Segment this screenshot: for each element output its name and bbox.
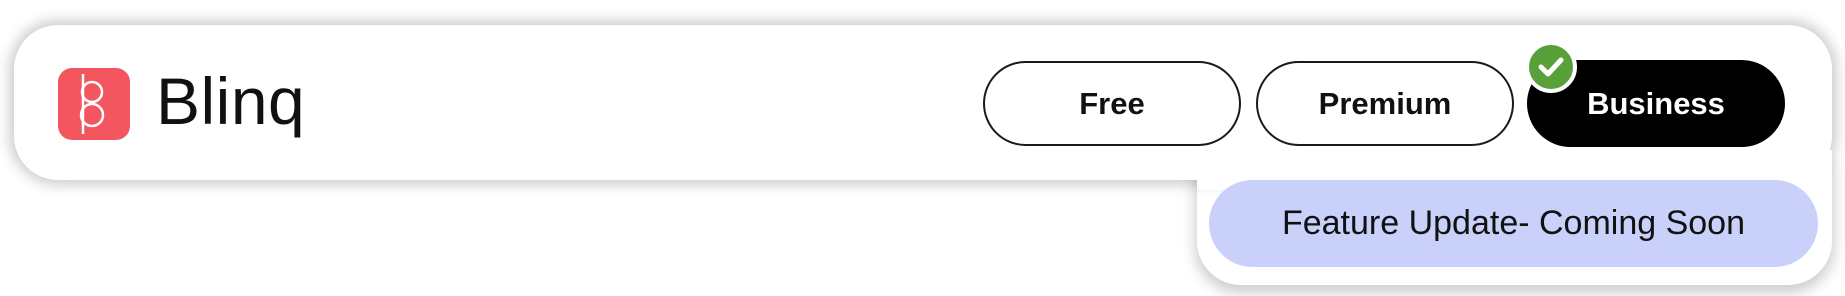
plan-business-label: Business — [1587, 85, 1725, 121]
brand-logo[interactable]: Blinq — [58, 68, 305, 140]
plan-free-label: Free — [1079, 85, 1145, 121]
blinq-logo-icon — [58, 68, 130, 140]
feature-update-label: Feature Update- Coming Soon — [1281, 204, 1746, 242]
checkmark-icon — [1525, 41, 1577, 93]
brand-name: Blinq — [156, 64, 306, 138]
plan-free-button[interactable]: Free — [983, 61, 1241, 146]
feature-update-badge: Feature Update- Coming Soon — [1209, 180, 1818, 267]
page: Blinq Free Premium Business Feature Upda… — [0, 0, 1845, 296]
plan-premium-button[interactable]: Premium — [1256, 61, 1514, 146]
plan-premium-label: Premium — [1318, 85, 1452, 121]
